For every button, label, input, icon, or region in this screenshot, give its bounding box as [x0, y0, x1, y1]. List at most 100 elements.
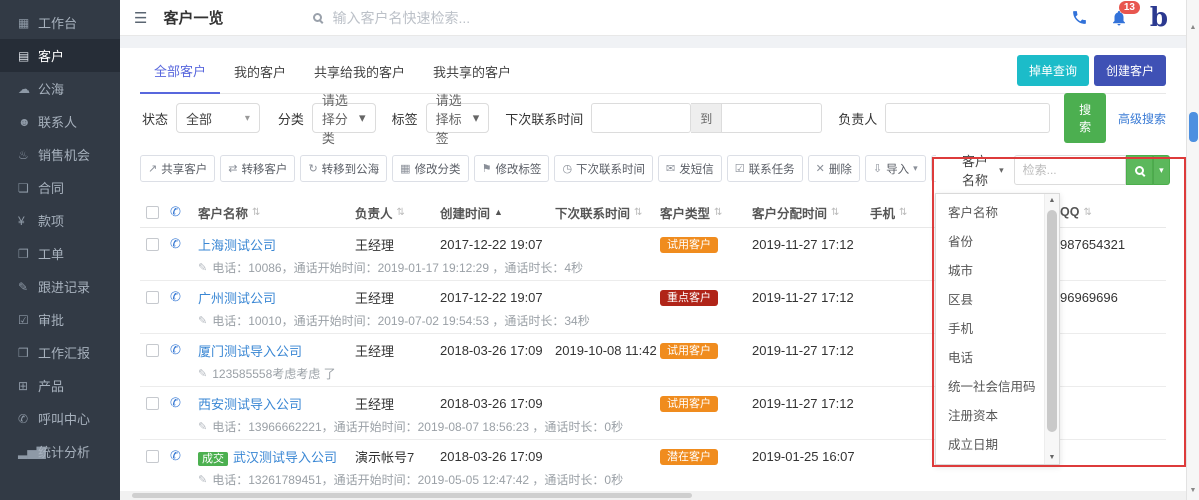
call-icon[interactable]: ✆ — [170, 342, 198, 358]
share-customer-button[interactable]: ↗ 共享客户 — [140, 155, 216, 182]
dropdown-option[interactable]: 省份 — [936, 226, 1044, 255]
import-button[interactable]: ⇩ 导入 ▾ — [864, 155, 926, 182]
task-icon: ☑ — [734, 163, 745, 175]
status-select[interactable]: 全部 ▾ — [176, 103, 260, 133]
dropdown-option[interactable]: 手机 — [936, 313, 1044, 342]
sort-icon[interactable]: ⇅ — [634, 207, 642, 218]
collapse-sidebar-icon[interactable]: ☰ — [134, 9, 147, 27]
scroll-down-icon[interactable]: ▼ — [1187, 487, 1199, 494]
row-checkbox[interactable] — [146, 237, 159, 251]
dropdown-option[interactable]: 区县 — [936, 284, 1044, 313]
sidebar-item-workbench[interactable]: ▦ 工作台 — [0, 6, 120, 39]
export-button[interactable]: ⇧导出▾ — [930, 155, 936, 182]
call-icon[interactable]: ✆ — [170, 289, 198, 305]
tab-shared-to-me[interactable]: 共享给我的客户 — [300, 48, 419, 93]
notifications-bell-icon[interactable]: 13 — [1110, 0, 1140, 27]
edit-category-button[interactable]: ▦ 修改分类 — [392, 155, 469, 182]
next-contact-start-input[interactable] — [591, 103, 692, 133]
customer-name-link[interactable]: 上海测试公司 — [198, 238, 276, 253]
contact-task-button[interactable]: ☑ 联系任务 — [726, 155, 803, 182]
select-all-checkbox[interactable] — [146, 205, 159, 219]
sidebar-item-call-center[interactable]: ✆ 呼叫中心 — [0, 402, 120, 435]
send-sms-button[interactable]: ✉ 发短信 — [658, 155, 722, 182]
row-checkbox[interactable] — [146, 396, 159, 410]
sort-icon[interactable]: ⇅ — [397, 207, 405, 218]
row-checkbox[interactable] — [146, 449, 159, 463]
create-customer-button[interactable]: 创建客户 — [1093, 55, 1166, 86]
customer-name-link[interactable]: 武汉测试导入公司 — [233, 450, 337, 465]
sort-icon[interactable]: ⇅ — [1083, 207, 1091, 218]
category-select[interactable]: 请选择分类 ▾ — [311, 93, 376, 146]
dropdown-option[interactable]: 注册资本 — [936, 400, 1044, 429]
search-button[interactable]: 搜索 — [1064, 93, 1106, 143]
created-cell: 2018-03-26 17:09 — [440, 448, 543, 464]
transfer-customer-button[interactable]: ⇄ 转移客户 — [220, 155, 296, 182]
sort-icon[interactable]: ⇅ — [831, 207, 839, 218]
sidebar-item-work-order[interactable]: ❐ 工单 — [0, 237, 120, 270]
transfer-to-public-pool-button[interactable]: ↻ 转移到公海 — [300, 155, 388, 182]
quick-search-input[interactable] — [332, 9, 633, 26]
sort-asc-icon[interactable]: ▲ — [494, 207, 503, 217]
tag-select[interactable]: 请选择标签 ▾ — [425, 93, 490, 146]
field-search-group: 客户名称▾ ▾ — [958, 154, 1170, 188]
sidebar-item-payment[interactable]: ¥ 款项 — [0, 204, 120, 237]
dropdown-option[interactable]: 成立日期 — [936, 429, 1044, 458]
tab-shared-by-me[interactable]: 我共享的客户 — [419, 48, 525, 93]
next-contact-end-input[interactable] — [722, 103, 823, 133]
field-search-button[interactable] — [1125, 155, 1154, 185]
tab-all-customers[interactable]: 全部客户 — [140, 47, 221, 94]
dropdown-option[interactable]: 电话 — [936, 342, 1044, 371]
call-icon[interactable]: ✆ — [170, 448, 198, 464]
topbar: ☰ 客户一览 13 b — [120, 0, 1186, 36]
dropdown-scrollbar[interactable]: ▲ ▼ — [1044, 194, 1059, 464]
sidebar-item-sales-opportunity[interactable]: ♨ 销售机会 — [0, 138, 120, 171]
field-search-more-button[interactable]: ▾ — [1153, 155, 1170, 185]
phone-icon[interactable] — [1071, 9, 1088, 26]
sidebar-item-customers[interactable]: ▤ 客户 — [0, 39, 120, 72]
scroll-up-icon[interactable]: ▲ — [1045, 197, 1059, 204]
next-contact-time-label: 下次联系时间 — [505, 111, 584, 127]
customer-name-link[interactable]: 西安测试导入公司 — [198, 397, 302, 412]
customer-name-link[interactable]: 广州测试公司 — [198, 291, 276, 306]
horizontal-scrollbar[interactable] — [120, 491, 1186, 500]
customer-name-link[interactable]: 厦门测试导入公司 — [198, 344, 302, 359]
dropdown-option[interactable]: 统一社会信用码 — [936, 371, 1044, 400]
dropdown-option[interactable]: 行业 — [936, 458, 1044, 464]
scrollbar-thumb[interactable] — [1189, 112, 1198, 142]
sort-icon[interactable]: ⇅ — [252, 207, 260, 218]
scrollbar-thumb[interactable] — [1047, 210, 1057, 432]
call-icon[interactable]: ✆ — [170, 236, 198, 252]
call-icon[interactable]: ✆ — [170, 395, 198, 411]
tab-my-customers[interactable]: 我的客户 — [220, 48, 300, 93]
owner-cell: 王经理 — [355, 343, 395, 359]
dropdown-option[interactable]: 客户名称 — [936, 197, 1044, 226]
owner-input[interactable] — [885, 103, 1051, 133]
dashboard-icon: ▦ — [18, 15, 30, 30]
followup-icon: ✎ — [18, 279, 29, 294]
sidebar-item-work-report[interactable]: ❒ 工作汇报 — [0, 336, 120, 369]
scroll-up-icon[interactable]: ▲ — [1187, 24, 1199, 31]
delete-button[interactable]: ✕ 删除 — [807, 155, 860, 182]
scrollbar-thumb[interactable] — [132, 493, 692, 498]
advanced-search-link[interactable]: 高级搜索 — [1118, 110, 1166, 127]
sidebar-item-contract[interactable]: ❏ 合同 — [0, 171, 120, 204]
scroll-down-icon[interactable]: ▼ — [1045, 454, 1059, 461]
sort-icon[interactable]: ⇅ — [899, 207, 907, 218]
row-checkbox[interactable] — [146, 343, 159, 357]
vertical-scrollbar[interactable]: ▲ ▼ — [1186, 0, 1199, 500]
dropdown-option[interactable]: 城市 — [936, 255, 1044, 284]
search-field-selector[interactable]: 客户名称 ▾ — [958, 154, 1014, 188]
field-search-input[interactable] — [1013, 155, 1126, 185]
sidebar-item-contacts[interactable]: ☻ 联系人 — [0, 105, 120, 138]
sidebar-item-analytics[interactable]: ▂▅▇ 统计分析 — [0, 435, 120, 468]
lost-order-query-button[interactable]: 掉单查询 — [1016, 55, 1089, 86]
next-contact-time-button[interactable]: ◷ 下次联系时间 — [554, 155, 654, 182]
row-checkbox[interactable] — [146, 290, 159, 304]
sidebar-item-product[interactable]: ⊞ 产品 — [0, 369, 120, 402]
owner-cell: 王经理 — [355, 237, 395, 253]
edit-tag-button[interactable]: ⚑ 修改标签 — [473, 155, 550, 182]
sidebar-item-approval[interactable]: ☑ 审批 — [0, 303, 120, 336]
sort-icon[interactable]: ⇅ — [714, 207, 722, 218]
sidebar-item-followup[interactable]: ✎ 跟进记录 — [0, 270, 120, 303]
sidebar-item-public-pool[interactable]: ☁ 公海 — [0, 72, 120, 105]
